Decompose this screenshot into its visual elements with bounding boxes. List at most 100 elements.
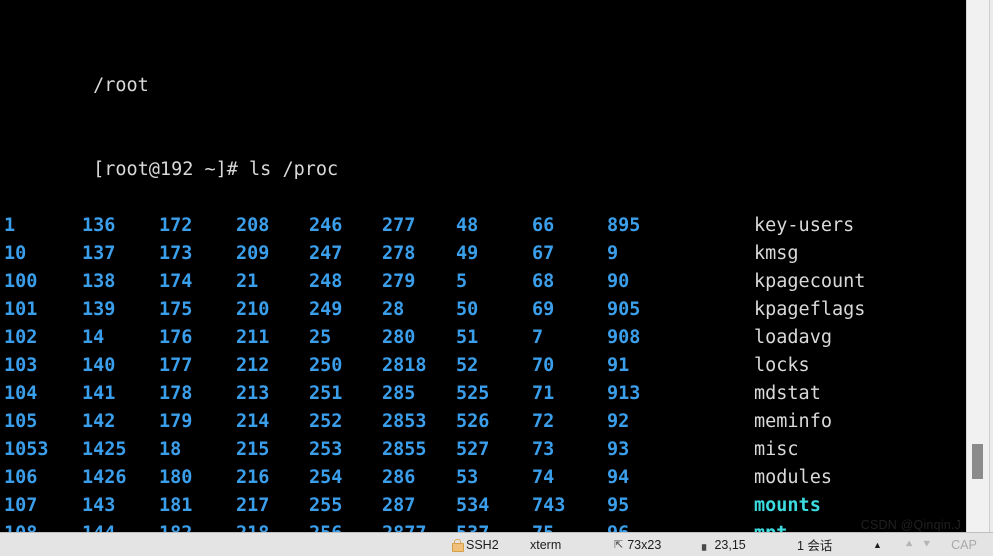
ls-entry-pid: 93 <box>607 439 630 460</box>
ls-entry-pid: 173 <box>159 243 193 264</box>
status-terminal-type[interactable]: xterm <box>530 533 614 556</box>
ls-entry-pid: 251 <box>309 383 343 404</box>
ls-entry-pid: 136 <box>82 215 116 236</box>
ls-entry-pid: 50 <box>456 299 479 320</box>
ls-entry-pid: 526 <box>456 411 490 432</box>
ls-entry-pid: 743 <box>532 495 566 516</box>
ls-entry-pid: 278 <box>382 243 416 264</box>
ls-entry-name: loadavg <box>754 327 832 348</box>
terminal-window: /root [root@192 ~]# ls /proc 1 136 172 208 2… <box>0 0 993 556</box>
ls-entry-name: mdstat <box>754 383 821 404</box>
status-session-count-label: 1 会话 <box>797 539 833 553</box>
ls-entry-pid: 247 <box>309 243 343 264</box>
ls-entry-pid: 52 <box>456 355 479 376</box>
window-right-edge <box>989 0 993 533</box>
ls-entry-pid: 103 <box>4 355 38 376</box>
arrow-up-icon: ⯅ <box>904 537 914 551</box>
status-caps-lock-label: CAP <box>951 537 977 552</box>
ls-entry-name: kmsg <box>754 243 799 264</box>
terminal-partial-line: /root <box>4 44 338 96</box>
ls-entry-pid: 106 <box>4 467 38 488</box>
lock-icon <box>452 539 464 552</box>
ls-entry-pid: 74 <box>532 467 555 488</box>
arrow-down-icon: ⯆ <box>922 537 932 551</box>
ls-entry-pid: 525 <box>456 383 490 404</box>
resize-icon: ⇱ <box>614 539 624 551</box>
terminal-output-area[interactable]: /root [root@192 ~]# ls /proc 1 136 172 208 2… <box>0 0 967 533</box>
ls-entry-pid: 100 <box>4 271 38 292</box>
ls-output-row: 1 136 172 208 246 277 48 66 895 key-users <box>4 212 854 240</box>
ls-entry-pid: 107 <box>4 495 38 516</box>
partial-path-text: /root <box>93 75 149 96</box>
terminal-scrollbar[interactable] <box>966 0 990 533</box>
status-bar: SSH2 xterm ⇱ 73x23 ▖ 23,15 1 会话 ▲ ⯅ ⯆ CA… <box>0 532 993 556</box>
ls-entry-pid: 104 <box>4 383 38 404</box>
caret-up-icon: ▲ <box>873 539 882 550</box>
ls-entry-pid: 254 <box>309 467 343 488</box>
ls-entry-pid: 214 <box>236 411 270 432</box>
ls-entry-pid: 138 <box>82 271 116 292</box>
ls-entry-name: key-users <box>754 215 855 236</box>
ls-entry-pid: 51 <box>456 327 479 348</box>
ls-entry-pid: 102 <box>4 327 38 348</box>
ls-entry-pid: 7 <box>532 327 544 348</box>
ls-entry-pid: 2855 <box>382 439 427 460</box>
ls-entry-name: mounts <box>754 495 821 516</box>
ls-entry-pid: 913 <box>607 383 641 404</box>
ls-output-grid: 1 136 172 208 246 277 48 66 895 key-users 10 137 173… <box>4 212 865 533</box>
status-bar-left-spacer <box>0 533 452 556</box>
ls-entry-pid: 105 <box>4 411 38 432</box>
ls-entry-pid: 68 <box>532 271 555 292</box>
status-num-lock: NUM <box>987 533 993 556</box>
ls-entry-pid: 92 <box>607 411 630 432</box>
ls-entry-pid: 49 <box>456 243 479 264</box>
ls-entry-pid: 177 <box>159 355 193 376</box>
ls-entry-pid: 71 <box>532 383 555 404</box>
status-cursor-position[interactable]: ▖ 23,15 <box>702 533 797 556</box>
ls-entry-pid: 91 <box>607 355 630 376</box>
status-protocol[interactable]: SSH2 <box>452 533 530 556</box>
ls-entry-pid: 250 <box>309 355 343 376</box>
status-cursor-position-label: 23,15 <box>714 537 746 552</box>
status-caps-lock: CAP <box>941 533 987 556</box>
status-terminal-type-label: xterm <box>530 537 562 552</box>
ls-entry-pid: 137 <box>82 243 116 264</box>
ls-entry-pid: 95 <box>607 495 630 516</box>
ls-entry-pid: 2818 <box>382 355 427 376</box>
ls-entry-name: locks <box>754 355 810 376</box>
ls-entry-pid: 178 <box>159 383 193 404</box>
ls-entry-pid: 279 <box>382 271 416 292</box>
shell-prompt-command: [root@192 ~]# ls /proc <box>93 159 339 180</box>
ls-entry-pid: 1 <box>4 215 16 236</box>
ls-output-row: 105 142 179 214 252 2853 526 72 92 meminfo <box>4 408 832 436</box>
ls-entry-pid: 5 <box>456 271 468 292</box>
ls-entry-pid: 48 <box>456 215 479 236</box>
ls-entry-pid: 212 <box>236 355 270 376</box>
ls-entry-pid: 180 <box>159 467 193 488</box>
terminal-screen: /root [root@192 ~]# ls /proc 1 136 172 208 2… <box>0 0 865 533</box>
status-session-menu[interactable]: ▲ <box>873 533 895 556</box>
ls-entry-pid: 253 <box>309 439 343 460</box>
ls-entry-pid: 216 <box>236 467 270 488</box>
ls-entry-pid: 139 <box>82 299 116 320</box>
ls-entry-name: modules <box>754 467 832 488</box>
ls-entry-pid: 287 <box>382 495 416 516</box>
ls-entry-pid: 213 <box>236 383 270 404</box>
ls-entry-pid: 25 <box>309 327 332 348</box>
ls-entry-pid: 215 <box>236 439 270 460</box>
ls-entry-pid: 175 <box>159 299 193 320</box>
ls-output-row: 106 1426 180 216 254 286 53 74 94 modules <box>4 464 832 492</box>
status-terminal-size[interactable]: ⇱ 73x23 <box>614 533 702 556</box>
ls-entry-pid: 905 <box>607 299 641 320</box>
ls-entry-pid: 14 <box>82 327 105 348</box>
ls-output-row: 1053 1425 18 215 253 2855 527 73 93 misc <box>4 436 799 464</box>
ls-entry-pid: 179 <box>159 411 193 432</box>
status-session-count[interactable]: 1 会话 <box>797 533 873 556</box>
cursor-position-icon: ▖ <box>702 539 711 551</box>
scrollbar-thumb[interactable] <box>972 444 983 479</box>
ls-entry-name: kpageflags <box>754 299 866 320</box>
ls-entry-pid: 101 <box>4 299 38 320</box>
ls-entry-pid: 908 <box>607 327 641 348</box>
ls-entry-pid: 18 <box>159 439 182 460</box>
ls-entry-pid: 53 <box>456 467 479 488</box>
